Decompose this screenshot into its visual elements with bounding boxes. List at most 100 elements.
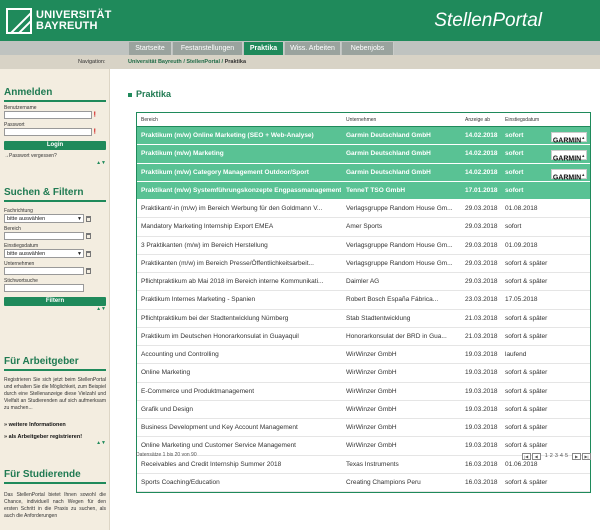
breadcrumb-university[interactable]: Universität Bayreuth	[128, 59, 182, 65]
company-cell: Verlagsgruppe Random House Gm...	[346, 241, 453, 249]
page-number[interactable]: 4	[560, 453, 563, 459]
table-row[interactable]: Praktikant (m/w) Systemführungskonzepte …	[137, 181, 590, 200]
posted-date-cell: 19.03.2018	[465, 351, 498, 358]
job-title-cell[interactable]: Praktikum (m/w) Marketing	[141, 145, 341, 163]
table-row[interactable]: Pflichtpraktikum ab Mai 2018 im Bereich …	[137, 273, 590, 292]
page-number[interactable]: 5	[565, 453, 568, 459]
students-text: Das StellenPortal bietet Ihnen sowohl di…	[4, 492, 106, 519]
dropdown-icon: ▼	[77, 251, 82, 257]
column-header-date[interactable]: Anzeige ab	[465, 113, 503, 127]
tab-wiss-arbeiten[interactable]: Wiss. Arbeiten	[285, 42, 341, 55]
employers-title: Für Arbeitgeber	[4, 356, 106, 371]
column-header-area[interactable]: Bereich	[141, 113, 341, 127]
job-title-cell[interactable]: Accounting und Controlling	[141, 346, 341, 364]
job-title-cell[interactable]: Praktikant/-in (m/w) im Bereich Werbung …	[141, 200, 341, 218]
job-title-cell[interactable]: Sports Coaching/Education	[141, 474, 341, 492]
posted-date-cell: 14.02.2018	[465, 132, 498, 139]
keyword-input[interactable]	[4, 284, 84, 292]
logo-triangle-icon: ▲	[581, 153, 586, 159]
filter-button[interactable]: Filtern	[4, 297, 106, 306]
column-header-company[interactable]: Unternehmen	[346, 113, 461, 127]
breadcrumb-label: Navigation:	[78, 59, 106, 65]
table-row[interactable]: 3 Praktikanten (m/w) im Bereich Herstell…	[137, 237, 590, 255]
column-header-start[interactable]: Einstiegsdatum	[505, 113, 549, 127]
company-logo: GARMIN▲	[551, 150, 587, 163]
table-row[interactable]: Praktikanten (m/w) im Bereich Presse/Öff…	[137, 255, 590, 273]
table-row[interactable]: Grafik und Design WirWinzer GmbH 19.03.201…	[137, 401, 590, 419]
tab-festanstellungen[interactable]: Festanstellungen	[173, 42, 243, 55]
posted-date-cell: 17.01.2018	[465, 186, 498, 194]
company-cell: TenneT TSO GmbH	[346, 186, 406, 194]
tab-praktika[interactable]: Praktika	[244, 42, 284, 55]
posted-date-cell: 19.03.2018	[465, 369, 498, 377]
branch-select-value: bitte auswählen	[7, 216, 46, 222]
trash-icon[interactable]	[86, 268, 91, 274]
table-row[interactable]: Pflichtpraktikum bei der Stadtentwicklun…	[137, 310, 590, 328]
table-row[interactable]: Praktikum Internes Marketing - Spanien Ro…	[137, 291, 590, 310]
tab-nebenjobs[interactable]: Nebenjobs	[342, 42, 394, 55]
next-page-icon[interactable]: ▶	[572, 452, 581, 460]
company-input[interactable]	[4, 267, 84, 275]
breadcrumb-stellenportal[interactable]: StellenPortal	[186, 59, 220, 65]
start-date-cell: sofort & später	[505, 387, 548, 395]
table-row[interactable]: Praktikum (m/w) Category Management Outd…	[137, 163, 590, 182]
table-row[interactable]: E-Commerce und Produktmanagement WirWinze…	[137, 383, 590, 401]
start-date-cell: sofort	[505, 132, 524, 139]
table-row[interactable]: Sports Coaching/Education Creating Champi…	[137, 474, 590, 492]
job-title-cell[interactable]: Pflichtpraktikum bei der Stadtentwicklun…	[141, 310, 341, 328]
job-title-cell[interactable]: E-Commerce und Produktmanagement	[141, 383, 341, 401]
area-input[interactable]	[4, 232, 84, 240]
table-row[interactable]: Praktikum (m/w) Online Marketing (SEO + …	[137, 127, 590, 146]
company-cell: Amer Sports	[346, 223, 383, 231]
table-row[interactable]: Online Marketing WirWinzer GmbH 19.03.2018…	[137, 364, 590, 383]
login-button[interactable]: Login	[4, 141, 106, 150]
university-logo[interactable]: UNIVERSITÄT BAYREUTH	[6, 5, 112, 37]
table-row[interactable]: Praktikant/-in (m/w) im Bereich Werbung …	[137, 200, 590, 219]
job-title-cell[interactable]: Praktikum Internes Marketing - Spanien	[141, 291, 341, 309]
start-date-cell: sofort	[505, 186, 524, 194]
page-number[interactable]: 1	[545, 453, 548, 459]
collapse-arrows-icon[interactable]: ▲▼	[4, 306, 106, 312]
posted-date-cell: 29.03.2018	[465, 223, 498, 231]
first-page-icon[interactable]: |◀	[521, 452, 531, 460]
start-date-select[interactable]: bitte auswählen ▼	[4, 249, 84, 258]
job-title-cell[interactable]: Grafik und Design	[141, 401, 341, 419]
login-title: Anmelden	[4, 87, 106, 102]
forgot-password-link[interactable]: →Passwort vergessen?	[4, 153, 106, 160]
job-title-cell[interactable]: Praktikant (m/w) Systemführungskonzepte …	[141, 182, 341, 200]
logo-triangle-icon: ▲	[581, 135, 586, 140]
tab-startseite[interactable]: Startseite	[129, 42, 172, 55]
table-row[interactable]: Praktikum (m/w) Marketing Garmin Deutschl…	[137, 145, 590, 164]
collapse-arrows-icon[interactable]: ▲▼	[4, 160, 106, 166]
job-title-cell[interactable]: Business Development und Key Account Man…	[141, 419, 341, 437]
job-title-cell[interactable]: Mandatory Marketing Internship Export EM…	[141, 218, 341, 236]
job-title-cell[interactable]: Praktikum (m/w) Online Marketing (SEO + …	[141, 127, 341, 145]
trash-icon[interactable]	[86, 215, 91, 222]
collapse-arrows-icon[interactable]: ▲▼	[4, 440, 106, 446]
trash-icon[interactable]	[86, 233, 91, 239]
job-title-cell[interactable]: Praktikum (m/w) Category Management Outd…	[141, 164, 341, 182]
job-title-cell[interactable]: Pflichtpraktikum ab Mai 2018 im Bereich …	[141, 273, 341, 291]
start-date-cell: laufend	[505, 351, 527, 358]
more-info-link[interactable]: » weitere Informationen	[4, 422, 106, 428]
table-row[interactable]: Praktikum im Deutschen Honorarkonsulat i…	[137, 328, 590, 346]
password-input[interactable]	[4, 128, 92, 136]
branch-select[interactable]: bitte auswählen ▼	[4, 214, 84, 223]
trash-icon[interactable]	[86, 250, 91, 257]
prev-page-icon[interactable]: ◀	[531, 452, 541, 460]
start-date-cell: 17.05.2018	[505, 296, 538, 304]
last-page-icon[interactable]: ▶|	[582, 452, 591, 460]
table-row[interactable]: Accounting und Controlling WirWinzer GmbH…	[137, 346, 590, 365]
breadcrumb: Universität Bayreuth / StellenPortal / P…	[128, 55, 246, 69]
page-number[interactable]: 3	[555, 453, 558, 459]
company-cell: WirWinzer GmbH	[346, 387, 397, 395]
job-title-cell[interactable]: Online Marketing	[141, 364, 341, 382]
job-title-cell[interactable]: 3 Praktikanten (m/w) im Bereich Herstell…	[141, 237, 341, 255]
table-row[interactable]: Mandatory Marketing Internship Export EM…	[137, 218, 590, 237]
posted-date-cell: 14.02.2018	[465, 168, 498, 176]
username-input[interactable]	[4, 111, 92, 119]
table-row[interactable]: Business Development und Key Account Man…	[137, 419, 590, 438]
page-number[interactable]: 2	[550, 453, 553, 459]
job-title-cell[interactable]: Praktikum im Deutschen Honorarkonsulat i…	[141, 328, 341, 346]
job-title-cell[interactable]: Praktikanten (m/w) im Bereich Presse/Öff…	[141, 255, 341, 273]
